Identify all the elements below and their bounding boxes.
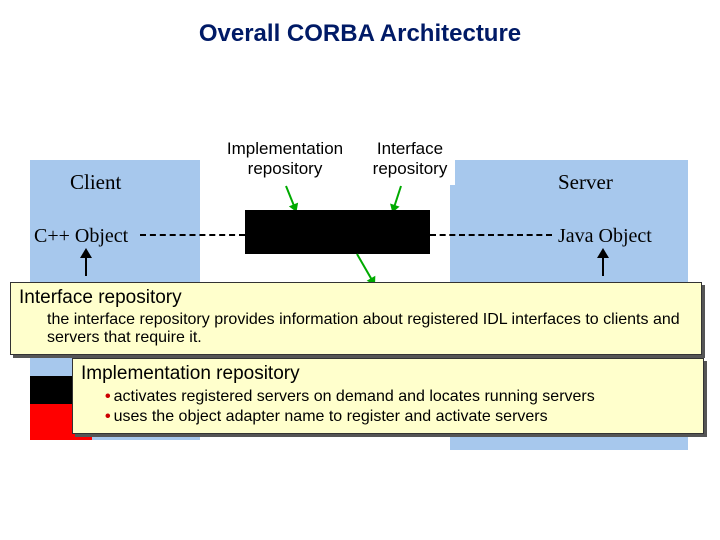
bullet-item: uses the object adapter name to register… <box>105 407 695 427</box>
java-object-label: Java Object <box>558 225 652 248</box>
arrow-icon <box>392 186 402 211</box>
interface-repository-callout: Interface repository the interface repos… <box>10 282 702 355</box>
up-arrow-icon <box>597 248 611 278</box>
server-label: Server <box>558 170 613 195</box>
implementation-repository-box: Implementation repository <box>218 135 352 185</box>
dashed-connector <box>140 234 245 236</box>
slide-title: Overall CORBA Architecture <box>0 0 720 48</box>
arrow-icon <box>285 186 297 211</box>
arrow-icon <box>356 254 375 284</box>
dashed-connector <box>430 234 552 236</box>
bullet-item: activates registered servers on demand a… <box>105 387 695 407</box>
callout-bullets: activates registered servers on demand a… <box>81 387 695 427</box>
up-arrow-icon <box>80 248 94 278</box>
center-black-box <box>245 210 430 254</box>
implementation-repository-callout: Implementation repository activates regi… <box>72 358 704 434</box>
cpp-object-label: C++ Object <box>34 225 128 248</box>
callout-title: Implementation repository <box>81 363 695 385</box>
callout-title: Interface repository <box>19 287 693 309</box>
callout-body: the interface repository provides inform… <box>19 311 693 348</box>
diagram-canvas: Implementation repository Interface repo… <box>0 90 720 510</box>
interface-repository-box: Interface repository <box>365 135 455 185</box>
client-label: Client <box>70 170 121 195</box>
